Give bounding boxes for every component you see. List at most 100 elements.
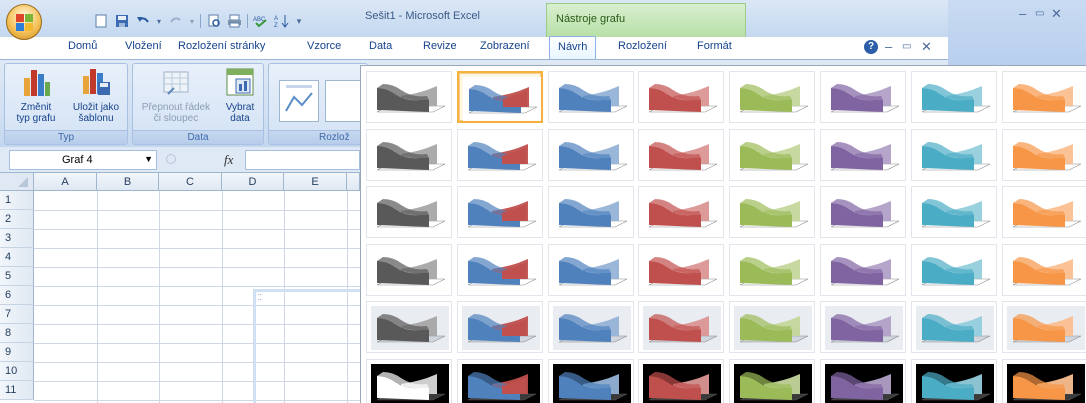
chart-style-option[interactable] [366, 186, 452, 238]
row-header[interactable]: 1 [0, 191, 34, 210]
row-header[interactable]: 2 [0, 210, 34, 229]
chart-style-option[interactable] [366, 71, 452, 123]
chart-style-option[interactable] [910, 71, 997, 123]
chart-layout-thumbnail[interactable] [325, 80, 365, 122]
formula-input[interactable] [245, 150, 360, 170]
column-header[interactable]: E [284, 173, 347, 191]
tab-insert[interactable]: Vložení [125, 40, 162, 52]
switch-row-column-button[interactable]: Přepnout řádek či sloupec [136, 66, 216, 124]
column-header[interactable]: A [34, 173, 97, 191]
chart-style-option[interactable] [1001, 186, 1086, 238]
chart-style-option[interactable] [729, 358, 816, 403]
chart-style-option[interactable] [638, 128, 725, 181]
redo-dropdown-icon[interactable]: ▾ [188, 13, 196, 30]
chart-style-option[interactable] [456, 71, 543, 123]
chart-style-option[interactable] [729, 186, 816, 238]
tab-page-layout[interactable]: Rozložení stránky [178, 40, 265, 52]
cancel-entry-icon[interactable] [166, 154, 176, 164]
chart-style-option[interactable] [910, 128, 997, 181]
insert-function-icon[interactable]: fx [224, 152, 233, 168]
select-all-corner[interactable] [0, 173, 34, 191]
tab-layout[interactable]: Rozložení [618, 40, 667, 52]
column-header[interactable]: C [159, 173, 222, 191]
chart-style-option[interactable] [456, 358, 543, 403]
chart-style-option[interactable] [910, 243, 997, 296]
chart-style-option[interactable] [729, 71, 816, 123]
row-header[interactable]: 5 [0, 267, 34, 286]
column-header[interactable] [347, 173, 360, 191]
tab-format[interactable]: Formát [697, 40, 732, 52]
sort-ascending-icon[interactable]: AZ [273, 13, 290, 30]
chart-style-option[interactable] [1001, 358, 1086, 403]
office-button[interactable] [6, 4, 42, 40]
chart-style-option[interactable] [366, 243, 452, 296]
chart-style-option[interactable] [910, 186, 997, 238]
chart-style-option[interactable] [729, 243, 816, 296]
help-icon[interactable]: ? [864, 40, 878, 54]
chart-style-option[interactable] [547, 243, 634, 296]
chart-style-option[interactable] [366, 128, 452, 181]
change-chart-type-button[interactable]: Změnit typ grafu [8, 66, 64, 124]
chart-style-option[interactable] [547, 128, 634, 181]
workbook-minimize-icon[interactable]: – [885, 39, 892, 54]
chart-style-option[interactable] [456, 128, 543, 181]
chart-style-option[interactable] [820, 301, 906, 353]
tab-formulas[interactable]: Vzorce [307, 40, 341, 52]
save-icon[interactable] [113, 13, 130, 30]
restore-icon[interactable]: ▭ [1035, 8, 1044, 19]
chart-style-option[interactable] [366, 358, 452, 403]
chart-style-option[interactable] [547, 186, 634, 238]
chart-style-option[interactable] [1001, 301, 1086, 353]
row-header[interactable]: 8 [0, 324, 34, 343]
chart-style-option[interactable] [820, 358, 906, 403]
chart-style-option[interactable] [910, 301, 997, 353]
worksheet-grid[interactable]: A B C D E 1 2 3 4 5 6 7 8 9 10 11 ⁚⁚ [0, 173, 360, 403]
chart-style-option[interactable] [910, 358, 997, 403]
tab-review[interactable]: Revize [423, 40, 457, 52]
undo-icon[interactable] [134, 13, 151, 30]
chart-resize-handle-icon[interactable]: ⁚⁚ [257, 293, 262, 302]
chart-style-option[interactable] [638, 358, 725, 403]
chart-style-option[interactable] [729, 128, 816, 181]
minimize-icon[interactable]: – [1019, 6, 1026, 21]
tab-home[interactable]: Domů [68, 40, 97, 52]
row-header[interactable]: 11 [0, 381, 34, 400]
chart-style-option[interactable] [456, 301, 543, 353]
name-box[interactable]: Graf 4 ▼ [9, 150, 157, 170]
chart-style-option[interactable] [638, 186, 725, 238]
tab-view[interactable]: Zobrazení [480, 40, 530, 52]
row-header[interactable]: 3 [0, 229, 34, 248]
customize-toolbar-icon[interactable]: ▾ [294, 13, 304, 30]
print-preview-icon[interactable] [205, 13, 222, 30]
chart-style-option[interactable] [547, 301, 634, 353]
chart-style-option[interactable] [820, 186, 906, 238]
chart-style-option[interactable] [1001, 243, 1086, 296]
chart-style-option[interactable] [456, 243, 543, 296]
spelling-icon[interactable]: ABC [252, 13, 269, 30]
chart-style-option[interactable] [456, 186, 543, 238]
chart-style-option[interactable] [820, 243, 906, 296]
tab-design[interactable]: Návrh [549, 36, 597, 61]
row-header[interactable]: 9 [0, 343, 34, 362]
row-header[interactable]: 6 [0, 286, 34, 305]
new-document-icon[interactable] [92, 13, 109, 30]
chart-style-option[interactable] [1001, 71, 1086, 123]
column-header[interactable]: D [222, 173, 284, 191]
chart-style-option[interactable] [638, 71, 725, 123]
row-header[interactable]: 4 [0, 248, 34, 267]
chart-style-option[interactable] [638, 301, 725, 353]
workbook-restore-icon[interactable]: ▭ [902, 41, 911, 52]
row-header[interactable]: 7 [0, 305, 34, 324]
quick-print-icon[interactable] [226, 13, 243, 30]
close-icon[interactable]: ✕ [1051, 6, 1062, 22]
tab-data[interactable]: Data [369, 40, 392, 52]
chart-style-option[interactable] [638, 243, 725, 296]
undo-dropdown-icon[interactable]: ▾ [155, 13, 163, 30]
chart-style-option[interactable] [729, 301, 816, 353]
chart-style-option[interactable] [1001, 128, 1086, 181]
select-data-button[interactable]: Vybrat data [219, 66, 261, 124]
row-header[interactable]: 10 [0, 362, 34, 381]
save-as-template-button[interactable]: Uložit jako šablonu [67, 66, 125, 124]
redo-icon[interactable] [167, 13, 184, 30]
column-header[interactable]: B [97, 173, 159, 191]
